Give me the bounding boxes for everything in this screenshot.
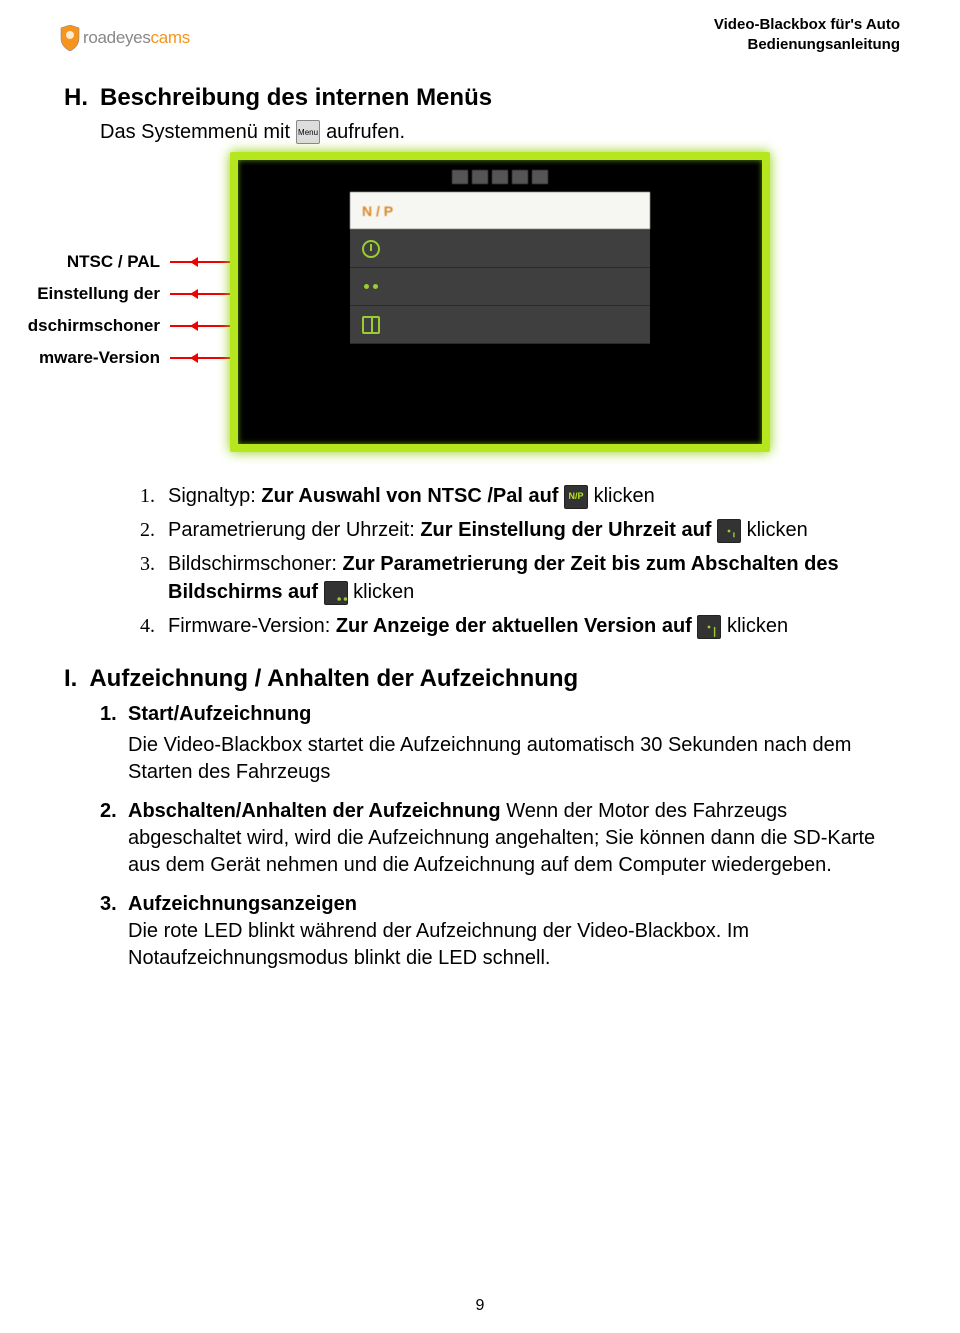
header-line2: Bedienungsanleitung bbox=[714, 35, 900, 55]
logo: roadeyescams bbox=[60, 25, 190, 51]
clock-icon bbox=[362, 240, 380, 258]
book-icon bbox=[697, 615, 721, 639]
device-menu: N / P bbox=[350, 192, 650, 344]
device-top-icon bbox=[492, 170, 508, 184]
section-i-heading: I. Aufzeichnung / Anhalten der Aufzeichn… bbox=[64, 665, 900, 693]
device-row-selected: N / P bbox=[350, 192, 650, 230]
page: roadeyescams Video-Blackbox für's Auto B… bbox=[0, 0, 960, 1333]
device-top-icon bbox=[472, 170, 488, 184]
list-i: 1. Start/Aufzeichnung Die Video-Blackbox… bbox=[100, 701, 900, 972]
list-i-item: 2. Abschalten/Anhalten der Aufzeichnung … bbox=[100, 798, 900, 879]
header-line1: Video-Blackbox für's Auto bbox=[714, 15, 900, 35]
list-i-item: 1. Start/Aufzeichnung Die Video-Blackbox… bbox=[100, 701, 900, 786]
device-top-icon bbox=[512, 170, 528, 184]
callout-firmware: mware-Version bbox=[5, 348, 190, 368]
callout-labels: NTSC / PAL Einstellung der dschirmschone… bbox=[5, 252, 190, 368]
section-h-letter: H. bbox=[64, 84, 88, 112]
dots-icon bbox=[324, 581, 348, 605]
device-row-label: N / P bbox=[362, 203, 393, 219]
header-text: Video-Blackbox für's Auto Bedienungsanle… bbox=[714, 15, 900, 54]
page-number: 9 bbox=[0, 1297, 960, 1315]
list-h-item: 4. Firmware-Version: Zur Anzeige der akt… bbox=[140, 612, 900, 640]
callout-uhrzeit: Einstellung der bbox=[5, 284, 190, 304]
section-h-heading: H. Beschreibung des internen Menüs bbox=[64, 84, 900, 112]
device-top-icon bbox=[532, 170, 548, 184]
section-i-title: Aufzeichnung / Anhalten der Aufzeichnung bbox=[89, 665, 578, 693]
dots-icon bbox=[362, 278, 380, 296]
book-icon bbox=[362, 316, 380, 334]
device-top-icons bbox=[248, 170, 752, 184]
list-h-item: 1. Signaltyp: Zur Auswahl von NTSC /Pal … bbox=[140, 482, 900, 510]
list-h-item: 2. Parametrierung der Uhrzeit: Zur Einst… bbox=[140, 516, 900, 544]
section-i-letter: I. bbox=[64, 665, 77, 693]
shield-icon bbox=[60, 25, 80, 51]
section-h-intro: Das Systemmenü mit Menu aufrufen. bbox=[100, 120, 900, 144]
callout-schoner: dschirmschoner bbox=[5, 316, 190, 336]
list-h: 1. Signaltyp: Zur Auswahl von NTSC /Pal … bbox=[140, 482, 900, 640]
section-h-title: Beschreibung des internen Menüs bbox=[100, 84, 492, 112]
list-i-item: 3. Aufzeichnungsanzeigen Die rote LED bl… bbox=[100, 891, 900, 972]
list-h-item: 3. Bildschirmschoner: Zur Parametrierung… bbox=[140, 550, 900, 606]
device-top-icon bbox=[452, 170, 468, 184]
device-screenshot: NTSC / PAL Einstellung der dschirmschone… bbox=[60, 152, 900, 462]
device-row-book bbox=[350, 306, 650, 344]
logo-text: roadeyescams bbox=[83, 28, 190, 48]
clock-icon bbox=[717, 519, 741, 543]
device-row-dots bbox=[350, 268, 650, 306]
device-screen: N / P bbox=[230, 152, 770, 452]
header-row: roadeyescams Video-Blackbox für's Auto B… bbox=[60, 15, 900, 54]
callout-ntsc: NTSC / PAL bbox=[5, 252, 190, 272]
device-row-clock bbox=[350, 230, 650, 268]
np-icon: N/P bbox=[564, 485, 588, 509]
menu-button-icon: Menu bbox=[296, 120, 320, 144]
